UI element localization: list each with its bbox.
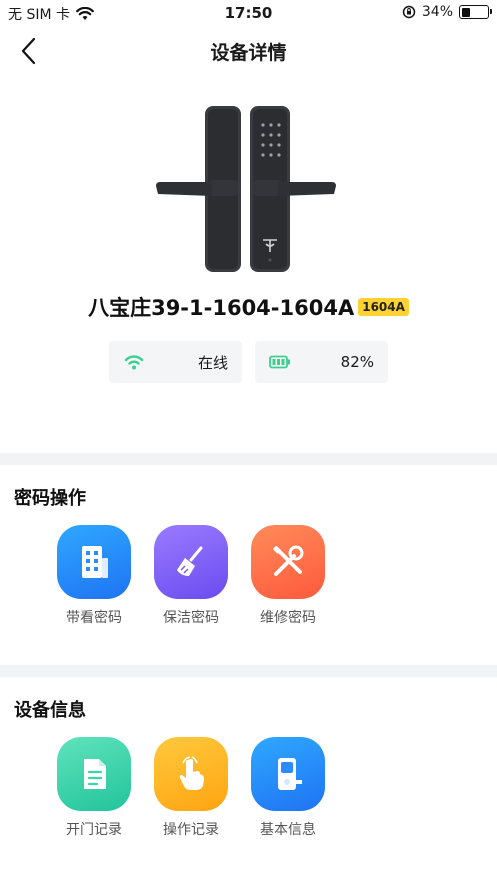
smart-lock-image [156,106,336,272]
battery-level-label: 82% [340,353,374,371]
battery-level-icon [269,355,290,369]
device-name: 八宝庄39-1-1604-1604A [88,296,355,320]
hand-pointer-icon [154,737,228,811]
section-divider [0,453,497,465]
page-title: 设备详情 [210,42,287,64]
wifi-icon [124,355,144,370]
cleaning-password-button[interactable]: 保洁密码 [151,525,231,627]
view-password-label: 带看密码 [66,610,122,626]
battery-percent: 34% [421,4,453,20]
basic-info-button[interactable]: 基本信息 [248,737,328,839]
repair-password-label: 维修密码 [260,610,316,626]
tools-icon [251,525,325,599]
view-password-button[interactable]: 带看密码 [54,525,134,627]
battery-icon [459,5,492,19]
building-icon [57,525,131,599]
status-bar: 无 SIM 卡 17:50 34% [0,0,497,26]
battery-status-pill: 82% [255,341,388,383]
orientation-lock-icon [402,5,416,19]
device-title-row: 八宝庄39-1-1604-1604A 1604A [0,292,497,322]
document-icon [57,737,131,811]
battery-fill [461,7,470,17]
nav-bar: 设备详情 [0,26,497,76]
section-divider [0,665,497,677]
unlock-records-button[interactable]: 开门记录 [54,737,134,839]
lock-device-icon [251,737,325,811]
broom-icon [154,525,228,599]
online-status-label: 在线 [197,353,228,372]
repair-password-button[interactable]: 维修密码 [248,525,328,627]
status-right: 34% [402,4,492,20]
online-status-pill: 在线 [109,341,242,383]
operation-records-button[interactable]: 操作记录 [151,737,231,839]
unlock-records-label: 开门记录 [66,822,122,838]
password-section-title: 密码操作 [14,488,86,509]
cleaning-password-label: 保洁密码 [163,610,219,626]
model-badge: 1604A [358,298,409,316]
basic-info-label: 基本信息 [260,822,316,838]
info-section-title: 设备信息 [14,700,86,721]
operation-records-label: 操作记录 [163,822,219,838]
